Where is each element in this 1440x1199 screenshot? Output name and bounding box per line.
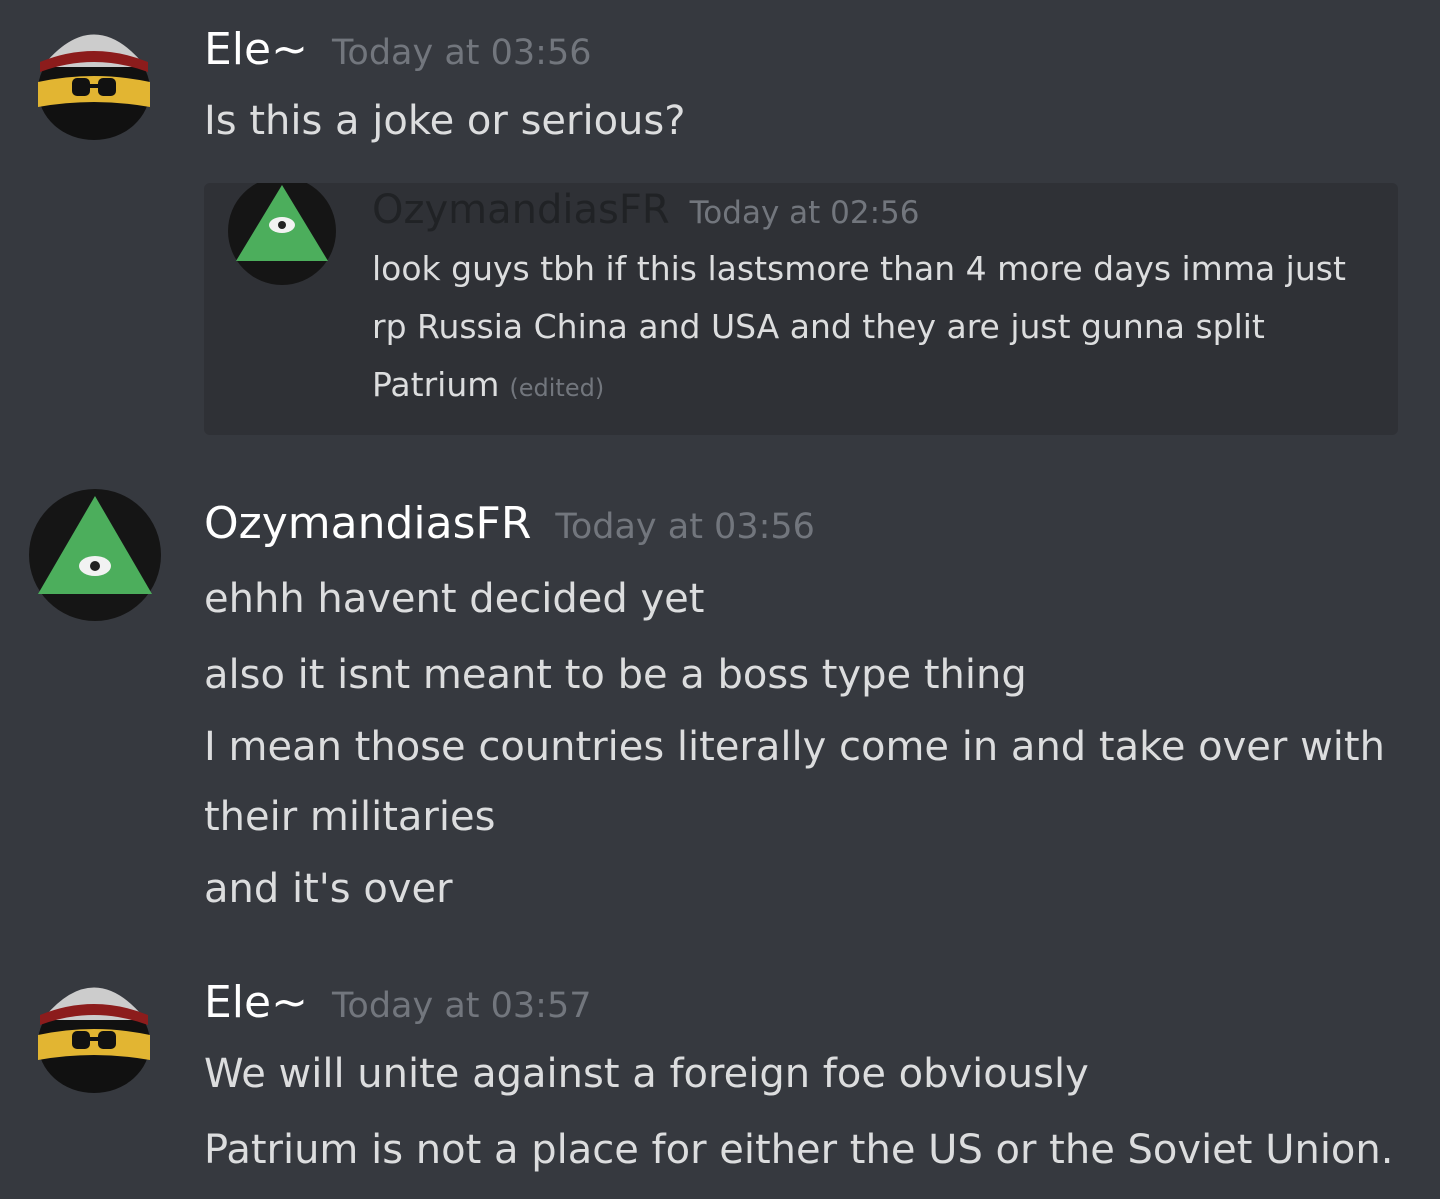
message-ele-1: Ele~ Today at 03:56 Is this a joke or se… xyxy=(0,0,1440,450)
message-text: Is this a joke or serious? xyxy=(204,98,686,144)
message-text: I mean those countries literally come in… xyxy=(204,724,1385,770)
avatar[interactable] xyxy=(28,488,162,622)
countryball-helmet-icon xyxy=(38,34,150,140)
timestamp[interactable]: Today at 03:56 xyxy=(332,33,592,73)
message-text: also it isnt meant to be a boss type thi… xyxy=(204,652,1027,698)
edited-label: (edited) xyxy=(509,374,605,402)
message-text: ehhh havent decided yet xyxy=(204,576,705,622)
avatar[interactable] xyxy=(226,177,338,287)
timestamp[interactable]: Today at 03:57 xyxy=(332,986,592,1026)
quote-text-line: look guys tbh if this lastsmore than 4 m… xyxy=(372,249,1346,288)
quote-author-name[interactable]: OzymandiasFR xyxy=(372,187,670,233)
author-name[interactable]: Ele~ xyxy=(204,24,308,75)
illuminati-pyramid-icon xyxy=(228,177,336,285)
author-name[interactable]: Ele~ xyxy=(204,977,308,1028)
quote-text: Patrium xyxy=(372,365,500,404)
message-header: Ele~ Today at 03:56 xyxy=(204,24,591,75)
timestamp[interactable]: Today at 03:56 xyxy=(555,507,815,547)
quote-timestamp[interactable]: Today at 02:56 xyxy=(690,195,920,231)
message-text: and it's over xyxy=(204,866,453,912)
illuminati-pyramid-icon xyxy=(29,489,161,621)
author-name[interactable]: OzymandiasFR xyxy=(204,498,531,549)
countryball-helmet-icon xyxy=(38,987,150,1093)
avatar[interactable] xyxy=(34,12,154,142)
message-text: We will unite against a foreign foe obvi… xyxy=(204,1051,1089,1097)
message-text: Patrium is not a place for either the US… xyxy=(204,1127,1394,1173)
quote-header: OzymandiasFR Today at 02:56 xyxy=(372,187,920,233)
message-ele-2: Ele~ Today at 03:57 We will unite agains… xyxy=(0,955,1440,1199)
quote-text-line: rp Russia China and USA and they are jus… xyxy=(372,307,1265,346)
message-header: Ele~ Today at 03:57 xyxy=(204,977,591,1028)
avatar[interactable] xyxy=(34,965,154,1095)
message-header: OzymandiasFR Today at 03:56 xyxy=(204,498,815,549)
quoted-message[interactable]: OzymandiasFR Today at 02:56 look guys tb… xyxy=(204,177,1398,435)
message-text: their militaries xyxy=(204,794,496,840)
message-ozymandias: OzymandiasFR Today at 03:56 ehhh havent … xyxy=(0,470,1440,930)
quote-text-line-last: Patrium (edited) xyxy=(372,365,604,404)
